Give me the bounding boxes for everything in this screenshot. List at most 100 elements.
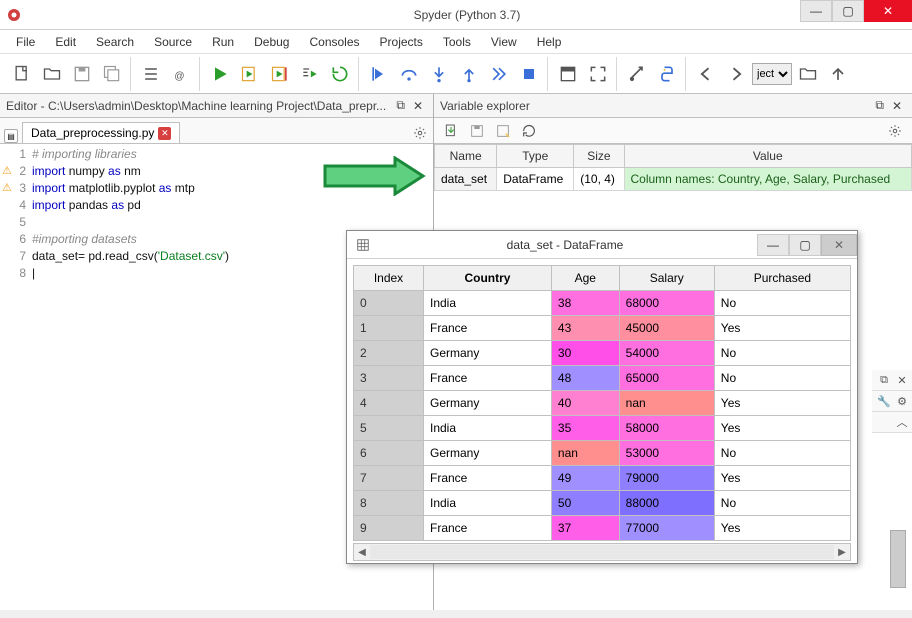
df-col-salary[interactable]: Salary: [619, 266, 714, 291]
df-row[interactable]: 3France4865000No: [354, 366, 851, 391]
dataframe-window: data_set - DataFrame — ▢ ✕ IndexCountryA…: [346, 230, 858, 564]
minimize-button[interactable]: —: [800, 0, 832, 22]
run-cell-advance-button[interactable]: [266, 60, 294, 88]
menu-bar: FileEditSearchSourceRunDebugConsolesProj…: [0, 30, 912, 54]
scroll-right-icon[interactable]: ▶: [834, 547, 850, 558]
browse-tabs-button[interactable]: ▤: [4, 129, 18, 143]
save-data-as-button[interactable]: [492, 121, 514, 141]
varexp-undock-button[interactable]: ⧉: [871, 98, 888, 113]
df-row[interactable]: 1France4345000Yes: [354, 316, 851, 341]
dataframe-window-title: data_set - DataFrame: [373, 238, 757, 252]
import-data-button[interactable]: [440, 121, 462, 141]
file-tab-close-button[interactable]: ✕: [158, 127, 171, 140]
debug-button[interactable]: [365, 60, 393, 88]
run-selection-button[interactable]: [296, 60, 324, 88]
df-minimize-button[interactable]: —: [757, 234, 789, 256]
var-value-cell: Column names: Country, Age, Salary, Purc…: [624, 168, 912, 191]
fullscreen-button[interactable]: [584, 60, 612, 88]
editor-undock-button[interactable]: ⧉: [392, 98, 409, 113]
menu-source[interactable]: Source: [144, 32, 202, 52]
forward-button[interactable]: [722, 60, 750, 88]
title-bar: Spyder (Python 3.7) — ▢ ✕: [0, 0, 912, 30]
menu-run[interactable]: Run: [202, 32, 244, 52]
list-button[interactable]: [137, 60, 165, 88]
side-undock-icon[interactable]: ⧉: [876, 372, 892, 388]
df-close-button[interactable]: ✕: [821, 234, 857, 256]
save-button[interactable]: [68, 60, 96, 88]
stop-debug-button[interactable]: [515, 60, 543, 88]
step-out-button[interactable]: [455, 60, 483, 88]
continue-button[interactable]: [485, 60, 513, 88]
step-into-button[interactable]: [425, 60, 453, 88]
vertical-scrollbar[interactable]: [890, 530, 906, 588]
browse-dir-button[interactable]: [794, 60, 822, 88]
new-file-button[interactable]: [8, 60, 36, 88]
maximize-button[interactable]: ▢: [832, 0, 864, 22]
var-col-size[interactable]: Size: [574, 145, 624, 168]
df-row[interactable]: 6Germanynan53000No: [354, 441, 851, 466]
df-row[interactable]: 9France3777000Yes: [354, 516, 851, 541]
scroll-left-icon[interactable]: ◀: [354, 547, 370, 558]
menu-tools[interactable]: Tools: [433, 32, 481, 52]
df-col-index[interactable]: Index: [354, 266, 424, 291]
run-button[interactable]: [206, 60, 234, 88]
close-button[interactable]: ✕: [864, 0, 912, 22]
var-size-cell: (10, 4): [574, 168, 624, 191]
preferences-button[interactable]: [623, 60, 651, 88]
varexp-options-button[interactable]: [884, 121, 906, 141]
var-col-type[interactable]: Type: [497, 145, 574, 168]
editor-close-button[interactable]: ✕: [409, 99, 427, 113]
var-type-cell: DataFrame: [497, 168, 574, 191]
df-maximize-button[interactable]: ▢: [789, 234, 821, 256]
df-row[interactable]: 2Germany3054000No: [354, 341, 851, 366]
menu-view[interactable]: View: [481, 32, 527, 52]
menu-consoles[interactable]: Consoles: [299, 32, 369, 52]
var-col-value[interactable]: Value: [624, 145, 912, 168]
refresh-button[interactable]: [518, 121, 540, 141]
menu-file[interactable]: File: [6, 32, 45, 52]
python-path-button[interactable]: [653, 60, 681, 88]
menu-help[interactable]: Help: [527, 32, 572, 52]
open-file-button[interactable]: [38, 60, 66, 88]
editor-options-button[interactable]: [413, 126, 427, 143]
working-dir-select[interactable]: ject: [752, 63, 792, 85]
horizontal-scrollbar[interactable]: ◀ ▶: [353, 543, 851, 561]
var-col-name[interactable]: Name: [435, 145, 497, 168]
menu-debug[interactable]: Debug: [244, 32, 299, 52]
rerun-button[interactable]: [326, 60, 354, 88]
menu-edit[interactable]: Edit: [45, 32, 86, 52]
side-gear-icon[interactable]: ⚙: [894, 393, 910, 409]
at-button[interactable]: @: [167, 60, 195, 88]
save-all-button[interactable]: [98, 60, 126, 88]
editor-path-label: Editor - C:\Users\admin\Desktop\Machine …: [6, 99, 392, 113]
variable-row[interactable]: data_set DataFrame (10, 4) Column names:…: [435, 168, 912, 191]
dataframe-table: IndexCountryAgeSalaryPurchased 0India386…: [353, 265, 851, 541]
varexp-close-button[interactable]: ✕: [888, 99, 906, 113]
run-cell-button[interactable]: [236, 60, 264, 88]
main-toolbar: @ ject: [0, 54, 912, 94]
back-button[interactable]: [692, 60, 720, 88]
editor-tab-row: ▤ Data_preprocessing.py ✕: [0, 118, 433, 144]
df-row[interactable]: 8India5088000No: [354, 491, 851, 516]
app-logo-icon: [6, 7, 22, 23]
parent-dir-button[interactable]: [824, 60, 852, 88]
variable-table: NameTypeSizeValue data_set DataFrame (10…: [434, 144, 912, 191]
df-row[interactable]: 5India3558000Yes: [354, 416, 851, 441]
file-tab[interactable]: Data_preprocessing.py ✕: [22, 122, 180, 143]
side-close-icon[interactable]: ✕: [894, 372, 910, 388]
df-col-age[interactable]: Age: [551, 266, 619, 291]
side-up-icon[interactable]: ︿: [894, 414, 910, 430]
df-row[interactable]: 7France4979000Yes: [354, 466, 851, 491]
df-row[interactable]: 4Germany40nanYes: [354, 391, 851, 416]
menu-search[interactable]: Search: [86, 32, 144, 52]
menu-projects[interactable]: Projects: [370, 32, 433, 52]
side-wrench-icon[interactable]: 🔧: [876, 393, 892, 409]
grid-icon: [353, 238, 373, 252]
step-over-button[interactable]: [395, 60, 423, 88]
var-name-cell: data_set: [435, 168, 497, 191]
df-col-purchased[interactable]: Purchased: [714, 266, 850, 291]
save-data-button[interactable]: [466, 121, 488, 141]
maximize-pane-button[interactable]: [554, 60, 582, 88]
df-row[interactable]: 0India3868000No: [354, 291, 851, 316]
df-col-country[interactable]: Country: [424, 266, 552, 291]
